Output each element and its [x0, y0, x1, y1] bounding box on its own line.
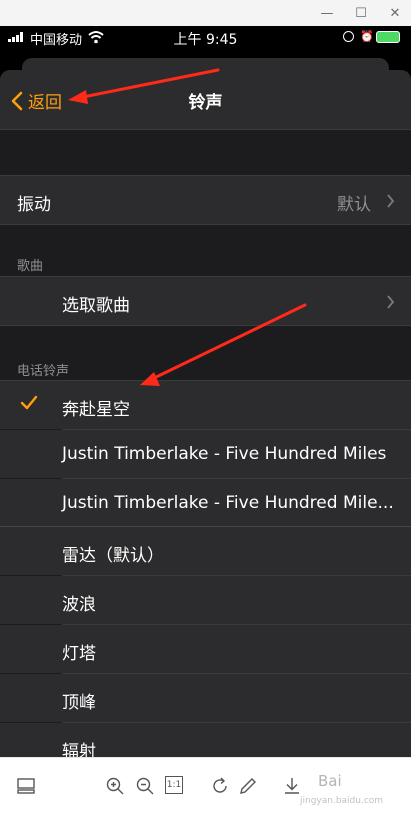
actual-size-icon[interactable]: 1:1 — [165, 776, 183, 794]
divider — [0, 325, 411, 326]
page-title: 铃声 — [188, 93, 223, 113]
thumbnail-icon[interactable] — [16, 776, 36, 796]
ringtone-label: Justin Timberlake - Five Hundred Mile... — [62, 493, 394, 513]
ringtone-row[interactable]: 辐射 — [0, 723, 411, 757]
watermark-url: jingyan.baidu.com — [300, 796, 384, 806]
ringtone-row[interactable]: Justin Timberlake - Five Hundred Miles — [0, 430, 411, 478]
pick-song-row[interactable]: 选取歌曲 — [0, 277, 411, 325]
vibration-label: 振动 — [17, 195, 51, 215]
viewer-title-bar: — ☐ ✕ — [0, 0, 411, 26]
ringtone-label: Justin Timberlake - Five Hundred Miles — [62, 444, 387, 464]
ringtone-label: 灯塔 — [62, 644, 96, 664]
ringtone-row[interactable]: Justin Timberlake - Five Hundred Mile... — [0, 479, 411, 526]
ringtone-row[interactable]: 雷达（默认） — [0, 527, 411, 575]
ringtone-label: 雷达（默认） — [62, 546, 164, 566]
battery-icon — [376, 31, 400, 43]
nav-bar: 返回 铃声 — [0, 70, 411, 130]
chevron-right-icon — [387, 194, 395, 208]
ringtone-label: 顶峰 — [62, 693, 96, 713]
status-bar: 中国移动 上午 9:45 ⏰ — [0, 26, 411, 50]
ringtone-label: 波浪 — [62, 595, 96, 615]
ringtone-row[interactable]: 顶峰 — [0, 674, 411, 722]
pick-song-label: 选取歌曲 — [62, 296, 130, 316]
download-icon[interactable] — [282, 776, 302, 796]
maximize-icon[interactable]: ☐ — [344, 0, 378, 26]
phone-screen: 中国移动 上午 9:45 ⏰ 返回 铃声 振动 默认 歌曲 选取歌曲 电话铃声 … — [0, 26, 411, 757]
ringtone-label: 辐射 — [62, 742, 96, 757]
divider — [0, 224, 411, 225]
alarm-icon: ⏰ — [360, 30, 374, 43]
rotation-lock-icon — [343, 31, 354, 42]
watermark-logo: Bai — [318, 772, 342, 790]
ringtone-row-selected[interactable]: 奔赴星空 — [0, 381, 411, 429]
songs-section-header: 歌曲 — [17, 259, 44, 274]
close-icon[interactable]: ✕ — [378, 0, 411, 26]
zoom-out-icon[interactable] — [135, 776, 155, 796]
ringtones-section-header: 电话铃声 — [17, 364, 70, 379]
ringtone-row[interactable]: 波浪 — [0, 576, 411, 624]
viewer-toolbar: 1:1 Bai jingyan.baidu.com — [0, 757, 411, 817]
minimize-icon[interactable]: — — [310, 0, 344, 26]
ringtone-sheet: 返回 铃声 振动 默认 歌曲 选取歌曲 电话铃声 奔赴星空 Justin Tim — [0, 70, 411, 757]
ringtone-row[interactable]: 灯塔 — [0, 625, 411, 673]
vibration-row[interactable]: 振动 默认 — [0, 176, 411, 224]
ringtone-label: 奔赴星空 — [62, 400, 130, 420]
rotate-icon[interactable] — [210, 776, 230, 796]
chevron-right-icon — [387, 295, 395, 309]
checkmark-icon — [20, 395, 38, 410]
edit-icon[interactable] — [238, 776, 258, 796]
vibration-value: 默认 — [337, 195, 371, 215]
zoom-in-icon[interactable] — [105, 776, 125, 796]
